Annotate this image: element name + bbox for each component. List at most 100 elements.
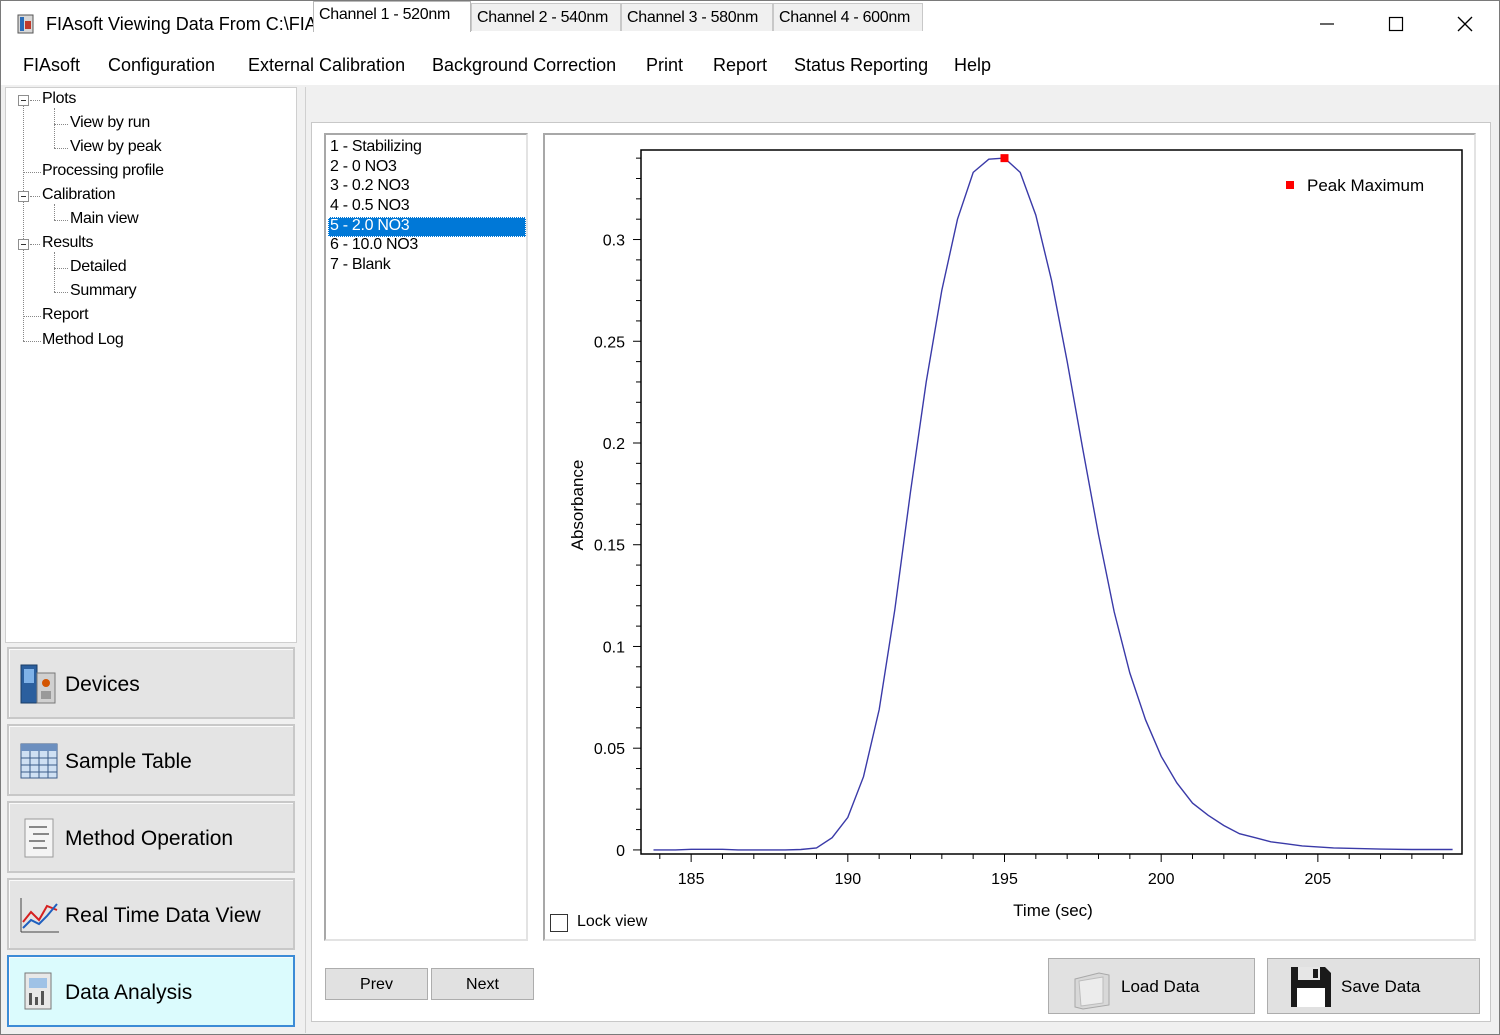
tree-connector — [23, 316, 41, 317]
nav-real-time-data-view-label: Real Time Data View — [65, 904, 261, 927]
tab-channel-2[interactable]: Channel 2 - 540nm — [471, 3, 621, 31]
tree-item-summary[interactable]: Summary — [70, 282, 137, 300]
tree-item-results[interactable]: Results — [42, 234, 94, 252]
tree-connector — [54, 108, 55, 148]
menu-status-reporting[interactable]: Status Reporting — [794, 55, 928, 76]
plot-panel: 185 190 195 200 205 0 0.05 0.1 0.15 0.2 0.25 0.3 Pe… — [543, 133, 1476, 941]
legend: Peak Maximum — [1286, 176, 1424, 195]
tree-connector — [54, 252, 55, 292]
nav-data-analysis-label: Data Analysis — [65, 981, 193, 1004]
plot-area — [640, 149, 1463, 855]
devices-icon — [20, 664, 56, 704]
tab-channel-3[interactable]: Channel 3 - 580nm — [621, 3, 773, 31]
tree-connector — [30, 196, 40, 197]
y-tick-label: 0.2 — [603, 436, 625, 453]
menu-report[interactable]: Report — [713, 55, 767, 76]
menu-external-calibration[interactable]: External Calibration — [248, 55, 405, 76]
collapse-icon[interactable] — [18, 239, 29, 250]
tree-item-method-log[interactable]: Method Log — [42, 331, 124, 349]
collapse-icon[interactable] — [18, 95, 29, 106]
line-chart-icon — [20, 898, 59, 933]
nav-devices-button[interactable]: Devices — [7, 647, 295, 719]
tree-connector — [30, 244, 40, 245]
run-item[interactable]: 7 - Blank — [328, 256, 526, 276]
tree-connector — [54, 292, 68, 293]
tree-item-view-by-run[interactable]: View by run — [70, 114, 150, 132]
menu-help[interactable]: Help — [954, 55, 991, 76]
tree-connector — [23, 172, 41, 173]
lock-view-label: Lock view — [577, 913, 648, 930]
run-list[interactable]: 1 - Stabilizing 2 - 0 NO3 3 - 0.2 NO3 4 … — [324, 133, 528, 941]
tab-channel-4[interactable]: Channel 4 - 600nm — [773, 3, 923, 31]
tree-item-calibration[interactable]: Calibration — [42, 186, 115, 204]
tree-connector — [30, 100, 40, 101]
menu-fiasoft[interactable]: FIAsoft — [23, 55, 80, 76]
folder-icon — [1074, 972, 1110, 1010]
nav-sample-table-button[interactable]: Sample Table — [7, 724, 295, 796]
nav-method-operation-label: Method Operation — [65, 827, 234, 850]
tree-item-detailed[interactable]: Detailed — [70, 258, 127, 276]
save-data-label: Save Data — [1341, 977, 1421, 996]
x-tick-label: 200 — [1148, 871, 1175, 888]
tree-connector — [54, 204, 55, 220]
minimize-icon — [1320, 23, 1334, 25]
nav-real-time-data-view-button[interactable]: Real Time Data View — [7, 878, 295, 950]
y-tick-label: 0.3 — [603, 233, 625, 250]
tree-connector — [54, 220, 68, 221]
prev-button[interactable]: Prev — [325, 968, 428, 1000]
maximize-button[interactable] — [1362, 1, 1430, 47]
y-tick-label: 0.15 — [594, 538, 625, 555]
tree-item-processing-profile[interactable]: Processing profile — [42, 162, 164, 180]
menu-background-correction[interactable]: Background Correction — [432, 55, 616, 76]
x-tick-label: 185 — [678, 871, 705, 888]
menu-configuration[interactable]: Configuration — [108, 55, 215, 76]
tree-item-report[interactable]: Report — [42, 306, 89, 324]
x-tick-label: 190 — [834, 871, 861, 888]
nav-method-operation-button[interactable]: Method Operation — [7, 801, 295, 873]
x-tick-label: 205 — [1305, 871, 1332, 888]
tree-connector — [54, 268, 68, 269]
nav-sample-table-label: Sample Table — [65, 750, 192, 773]
maximize-icon — [1388, 16, 1404, 32]
x-tick-label: 195 — [991, 871, 1018, 888]
tree-connector — [54, 148, 68, 149]
tree-connector — [23, 341, 41, 342]
legend-label: Peak Maximum — [1307, 176, 1424, 195]
next-button[interactable]: Next — [431, 968, 534, 1000]
load-data-button[interactable]: Load Data — [1048, 958, 1255, 1014]
plot-border — [640, 149, 1463, 855]
save-data-button[interactable]: Save Data — [1267, 958, 1480, 1014]
menu-print[interactable]: Print — [646, 55, 683, 76]
legend-marker — [1286, 181, 1294, 189]
tree-item-view-by-peak[interactable]: View by peak — [70, 138, 162, 156]
y-tick-label: 0.05 — [594, 741, 625, 758]
minimize-button[interactable] — [1293, 1, 1361, 47]
tree-connector — [23, 106, 24, 341]
run-item[interactable]: 4 - 0.5 NO3 — [328, 197, 526, 217]
run-item[interactable]: 1 - Stabilizing — [328, 138, 526, 158]
table-icon — [20, 743, 58, 779]
absorbance-chart[interactable]: 185 190 195 200 205 0 0.05 0.1 0.15 0.2 0.25 0.3 Pe… — [545, 135, 1474, 939]
tab-channel-1[interactable]: Channel 1 - 520nm — [313, 1, 471, 32]
run-item[interactable]: 3 - 0.2 NO3 — [328, 177, 526, 197]
floppy-disk-icon — [1291, 967, 1331, 1007]
lock-view-checkbox[interactable] — [550, 914, 568, 932]
load-data-label: Load Data — [1121, 977, 1200, 996]
navigation-tree: Plots View by run View by peak Processin… — [5, 87, 297, 643]
run-item[interactable]: 6 - 10.0 NO3 — [328, 236, 526, 256]
nav-data-analysis-button[interactable]: Data Analysis — [7, 955, 295, 1027]
collapse-icon[interactable] — [18, 191, 29, 202]
x-axis-label: Time (sec) — [1013, 901, 1093, 920]
tree-item-plots[interactable]: Plots — [42, 90, 76, 108]
y-tick-label: 0.1 — [603, 639, 625, 656]
tree-connector — [54, 124, 68, 125]
run-item-selected[interactable]: 5 - 2.0 NO3 — [328, 217, 526, 237]
tree-item-main-view[interactable]: Main view — [70, 210, 139, 228]
menu-bar: FIAsoft Configuration External Calibrati… — [1, 47, 1499, 85]
run-item[interactable]: 2 - 0 NO3 — [328, 158, 526, 178]
data-analysis-icon — [24, 972, 52, 1010]
close-button[interactable] — [1431, 1, 1499, 47]
method-icon — [24, 818, 54, 858]
peak-maximum-marker — [1000, 154, 1009, 163]
app-icon — [17, 14, 34, 34]
